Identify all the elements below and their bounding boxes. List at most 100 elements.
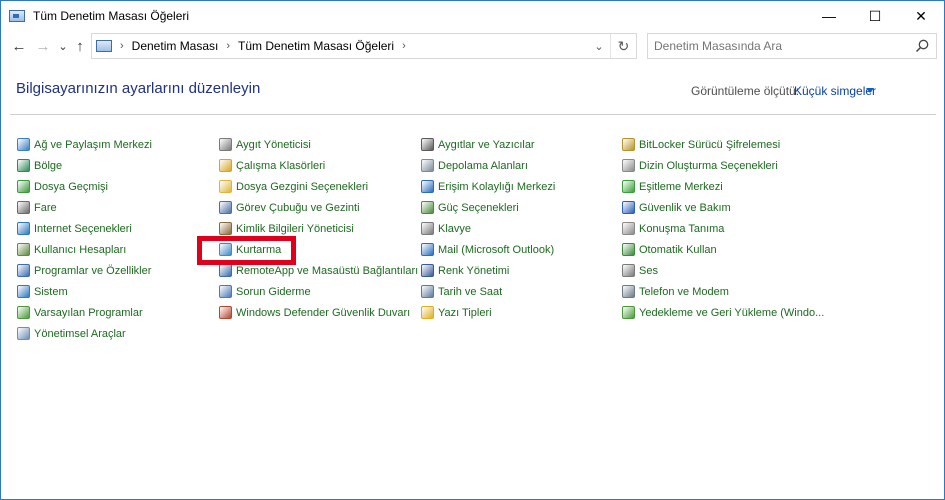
- control-panel-item[interactable]: Windows Defender Güvenlik Duvarı: [219, 302, 419, 323]
- back-button[interactable]: ←: [10, 37, 28, 55]
- view-by-dropdown[interactable]: Küçük simgeler: [794, 84, 876, 98]
- control-panel-item-label[interactable]: Erişim Kolaylığı Merkezi: [438, 181, 555, 193]
- up-button[interactable]: ↑: [71, 37, 89, 55]
- sync-center-icon: [622, 180, 635, 193]
- control-panel-item[interactable]: Eşitleme Merkezi: [622, 176, 822, 197]
- network-icon: [17, 138, 30, 151]
- control-panel-item[interactable]: Yazı Tipleri: [421, 302, 621, 323]
- breadcrumb-denetim-masasi[interactable]: Denetim Masası: [132, 39, 219, 53]
- control-panel-item-label[interactable]: Konuşma Tanıma: [639, 223, 724, 235]
- control-panel-item[interactable]: Dosya Geçmişi: [17, 176, 217, 197]
- control-panel-item-label[interactable]: Telefon ve Modem: [639, 286, 729, 298]
- address-dropdown-button[interactable]: ⌄: [588, 34, 610, 58]
- control-panel-item-label[interactable]: Kimlik Bilgileri Yöneticisi: [236, 223, 354, 235]
- control-panel-item-label[interactable]: Ağ ve Paylaşım Merkezi: [34, 139, 152, 151]
- control-panel-item-label[interactable]: Mail (Microsoft Outlook): [438, 244, 554, 256]
- control-panel-item[interactable]: Renk Yönetimi: [421, 260, 621, 281]
- control-panel-item-label[interactable]: Depolama Alanları: [438, 160, 528, 172]
- control-panel-item-label[interactable]: Programlar ve Özellikler: [34, 265, 151, 277]
- troubleshooting-icon: [219, 285, 232, 298]
- control-panel-item[interactable]: Konuşma Tanıma: [622, 218, 822, 239]
- control-panel-item[interactable]: Dizin Oluşturma Seçenekleri: [622, 155, 822, 176]
- control-panel-item-label[interactable]: Fare: [34, 202, 57, 214]
- control-panel-item-label[interactable]: Tarih ve Saat: [438, 286, 502, 298]
- control-panel-item-label[interactable]: Sorun Giderme: [236, 286, 311, 298]
- control-panel-item[interactable]: Yönetimsel Araçlar: [17, 323, 217, 344]
- search-icon[interactable]: [914, 38, 930, 54]
- minimize-button[interactable]: —: [806, 1, 852, 31]
- close-button[interactable]: ✕: [898, 1, 944, 31]
- control-panel-item-label[interactable]: Aygıt Yöneticisi: [236, 139, 311, 151]
- control-panel-item[interactable]: Güvenlik ve Bakım: [622, 197, 822, 218]
- control-panel-item-label[interactable]: Yedekleme ve Geri Yükleme (Windo...: [639, 307, 824, 319]
- control-panel-item[interactable]: Aygıtlar ve Yazıcılar: [421, 134, 621, 155]
- search-input[interactable]: [654, 39, 904, 53]
- control-panel-item[interactable]: Çalışma Klasörleri: [219, 155, 419, 176]
- control-panel-item-label[interactable]: Çalışma Klasörleri: [236, 160, 325, 172]
- control-panel-item[interactable]: Varsayılan Programlar: [17, 302, 217, 323]
- control-panel-item[interactable]: BitLocker Sürücü Şifrelemesi: [622, 134, 822, 155]
- address-bar[interactable]: › Denetim Masası › Tüm Denetim Masası Öğ…: [91, 33, 637, 59]
- folder-options-icon: [219, 180, 232, 193]
- control-panel-item-label[interactable]: Klavye: [438, 223, 471, 235]
- control-panel-item[interactable]: Internet Seçenekleri: [17, 218, 217, 239]
- recent-locations-button[interactable]: ⌄: [54, 37, 72, 55]
- forward-button[interactable]: →: [34, 37, 52, 55]
- refresh-icon: ↻: [617, 37, 630, 54]
- chevron-down-icon: ⌄: [594, 40, 604, 53]
- control-panel-item-label[interactable]: Eşitleme Merkezi: [639, 181, 723, 193]
- control-panel-item[interactable]: Aygıt Yöneticisi: [219, 134, 419, 155]
- control-panel-item-label[interactable]: Güç Seçenekleri: [438, 202, 519, 214]
- control-panel-item-label[interactable]: Kullanıcı Hesapları: [34, 244, 126, 256]
- control-panel-item[interactable]: Ağ ve Paylaşım Merkezi: [17, 134, 217, 155]
- control-panel-item[interactable]: Tarih ve Saat: [421, 281, 621, 302]
- control-panel-item[interactable]: Ses: [622, 260, 822, 281]
- control-panel-item-label[interactable]: Görev Çubuğu ve Gezinti: [236, 202, 360, 214]
- control-panel-item[interactable]: Otomatik Kullan: [622, 239, 822, 260]
- control-panel-item-label[interactable]: Dosya Gezgini Seçenekleri: [236, 181, 368, 193]
- control-panel-item[interactable]: Fare: [17, 197, 217, 218]
- control-panel-item-label[interactable]: Yazı Tipleri: [438, 307, 492, 319]
- refresh-button[interactable]: ↻: [610, 34, 636, 58]
- window-controls: — ☐ ✕: [806, 1, 944, 31]
- control-panel-item-label[interactable]: Aygıtlar ve Yazıcılar: [438, 139, 535, 151]
- control-panel-item-label[interactable]: BitLocker Sürücü Şifrelemesi: [639, 139, 780, 151]
- maximize-button[interactable]: ☐: [852, 1, 898, 31]
- control-panel-item[interactable]: Programlar ve Özellikler: [17, 260, 217, 281]
- control-panel-item-label[interactable]: Otomatik Kullan: [639, 244, 717, 256]
- breadcrumb-separator-icon[interactable]: ›: [226, 40, 230, 52]
- control-panel-item[interactable]: Mail (Microsoft Outlook): [421, 239, 621, 260]
- view-by-dropdown-arrow-icon[interactable]: [866, 88, 874, 93]
- control-panel-item[interactable]: Sistem: [17, 281, 217, 302]
- control-panel-item[interactable]: Bölge: [17, 155, 217, 176]
- control-panel-item-label[interactable]: Güvenlik ve Bakım: [639, 202, 731, 214]
- control-panel-item-label[interactable]: Internet Seçenekleri: [34, 223, 132, 235]
- internet-options-icon: [17, 222, 30, 235]
- control-panel-item[interactable]: Görev Çubuğu ve Gezinti: [219, 197, 419, 218]
- control-panel-item[interactable]: Telefon ve Modem: [622, 281, 822, 302]
- control-panel-item[interactable]: Kullanıcı Hesapları: [17, 239, 217, 260]
- control-panel-item-label[interactable]: Ses: [639, 265, 658, 277]
- control-panel-item[interactable]: Erişim Kolaylığı Merkezi: [421, 176, 621, 197]
- breadcrumb-tum-ogeler[interactable]: Tüm Denetim Masası Öğeleri: [238, 39, 394, 53]
- control-panel-item[interactable]: Güç Seçenekleri: [421, 197, 621, 218]
- control-panel-item[interactable]: Sorun Giderme: [219, 281, 419, 302]
- control-panel-item-label[interactable]: Renk Yönetimi: [438, 265, 509, 277]
- control-panel-item-label[interactable]: Windows Defender Güvenlik Duvarı: [236, 307, 410, 319]
- control-panel-item-label[interactable]: Dosya Geçmişi: [34, 181, 108, 193]
- control-panel-item[interactable]: Depolama Alanları: [421, 155, 621, 176]
- device-manager-icon: [219, 138, 232, 151]
- control-panel-item-label[interactable]: Sistem: [34, 286, 68, 298]
- control-panel-item-label[interactable]: RemoteApp ve Masaüstü Bağlantıları: [236, 265, 418, 277]
- control-panel-item[interactable]: Yedekleme ve Geri Yükleme (Windo...: [622, 302, 824, 323]
- control-panel-item-label[interactable]: Yönetimsel Araçlar: [34, 328, 126, 340]
- control-panel-item[interactable]: Klavye: [421, 218, 621, 239]
- breadcrumb-separator-icon[interactable]: ›: [402, 40, 406, 52]
- control-panel-item-label[interactable]: Bölge: [34, 160, 62, 172]
- control-panel-item-label[interactable]: Dizin Oluşturma Seçenekleri: [639, 160, 778, 172]
- control-panel-item-label[interactable]: Varsayılan Programlar: [34, 307, 143, 319]
- search-box[interactable]: [647, 33, 937, 59]
- fonts-icon: [421, 306, 434, 319]
- control-panel-item[interactable]: Dosya Gezgini Seçenekleri: [219, 176, 419, 197]
- work-folders-icon: [219, 159, 232, 172]
